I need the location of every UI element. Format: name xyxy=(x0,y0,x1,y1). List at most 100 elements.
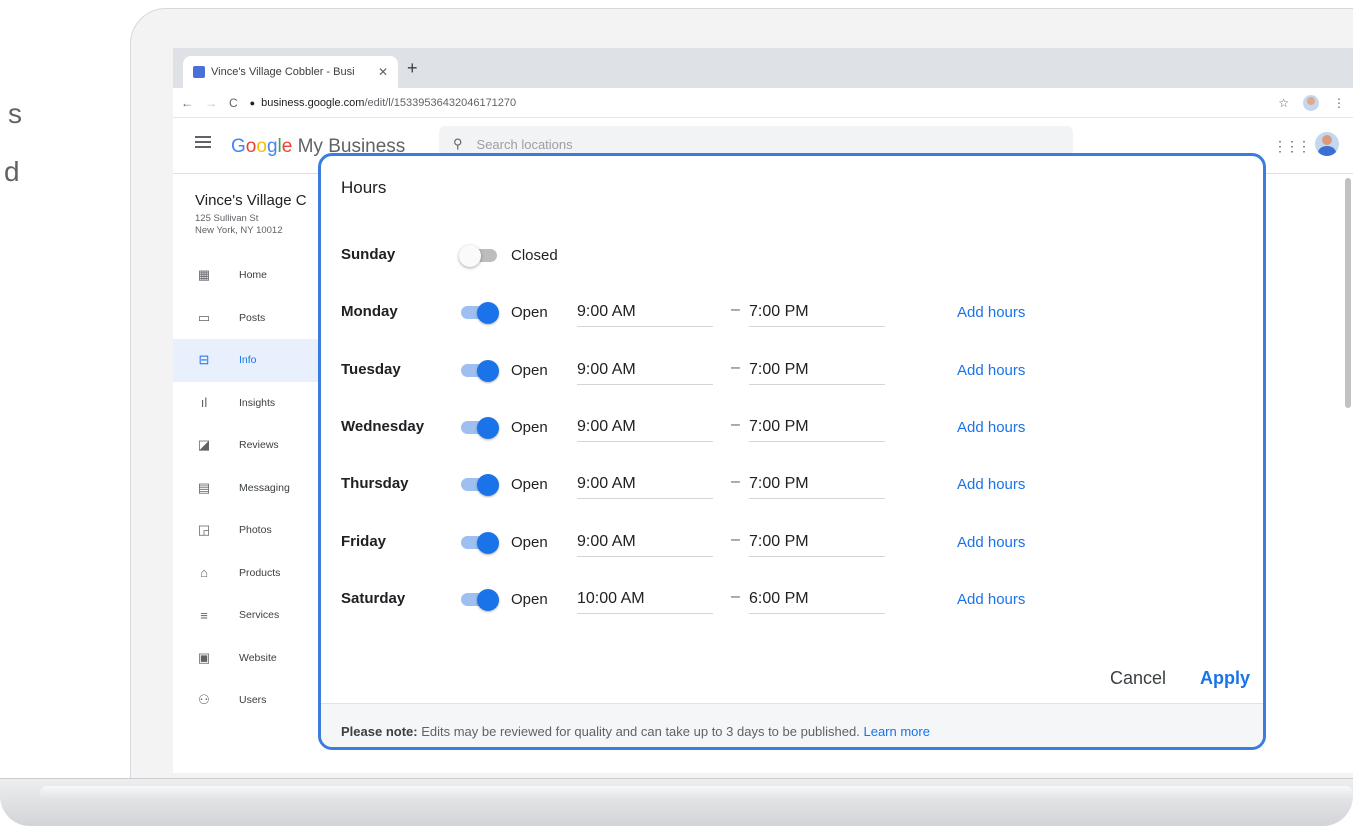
laptop-hinge xyxy=(40,786,1353,800)
lock-icon: ● xyxy=(249,97,256,108)
add-hours-link[interactable]: Add hours xyxy=(957,362,1025,379)
sidebar-item-photos[interactable]: ◲ Photos xyxy=(173,509,323,552)
opens-at-field[interactable]: 9:00 AM xyxy=(577,527,713,557)
open-toggle[interactable] xyxy=(459,417,499,439)
closes-at-field[interactable]: 7:00 PM xyxy=(749,355,885,385)
sidebar-item-messaging[interactable]: ▤ Messaging xyxy=(173,467,323,510)
opens-at-field[interactable]: 9:00 AM xyxy=(577,297,713,327)
back-icon[interactable]: ← xyxy=(181,96,193,110)
business-info: Vince's Village C 125 Sullivan St New Yo… xyxy=(195,192,325,237)
dialog-title: Hours xyxy=(341,178,387,197)
hours-row-tuesday: Tuesday Open 9:00 AM – 7:00 PM Add hours xyxy=(321,355,1263,385)
opens-at-field[interactable]: 9:00 AM xyxy=(577,469,713,499)
url-field[interactable]: ● business.google.com/edit/l/15339536432… xyxy=(250,97,516,109)
hours-row-friday: Friday Open 9:00 AM – 7:00 PM Add hours xyxy=(321,527,1263,557)
sidebar-item-home[interactable]: ▦ Home xyxy=(173,254,323,297)
sidebar-item-posts[interactable]: ▭ Posts xyxy=(173,297,323,340)
learn-more-link[interactable]: Learn more xyxy=(863,724,929,739)
hours-dialog: Hours Sunday Closed Monday Open 9:00 AM … xyxy=(318,153,1266,750)
closes-at-field[interactable]: 7:00 PM xyxy=(749,412,885,442)
open-toggle[interactable] xyxy=(459,302,499,324)
closes-at-field[interactable]: 7:00 PM xyxy=(749,469,885,499)
opens-at-field[interactable]: 9:00 AM xyxy=(577,355,713,385)
business-address: 125 Sullivan St New York, NY 10012 xyxy=(195,213,325,237)
status-label: Open xyxy=(511,591,548,608)
dash-separator: – xyxy=(731,416,740,433)
reviews-icon: ◪ xyxy=(197,437,211,453)
open-toggle[interactable] xyxy=(459,474,499,496)
add-hours-link[interactable]: Add hours xyxy=(957,419,1025,436)
sidebar-item-products[interactable]: ⌂ Products xyxy=(173,552,323,595)
sidebar-item-insights[interactable]: ıl Insights xyxy=(173,382,323,425)
hamburger-menu-icon[interactable] xyxy=(195,136,211,148)
day-label: Thursday xyxy=(341,475,409,492)
add-hours-link[interactable]: Add hours xyxy=(957,591,1025,608)
bookmark-star-icon[interactable]: ☆ xyxy=(1278,96,1289,110)
closes-at-field[interactable]: 7:00 PM xyxy=(749,527,885,557)
close-tab-icon[interactable]: ✕ xyxy=(378,65,388,79)
apply-button[interactable]: Apply xyxy=(1200,668,1250,689)
profile-avatar-icon[interactable] xyxy=(1303,94,1319,111)
account-avatar-icon[interactable] xyxy=(1315,132,1339,156)
open-toggle[interactable] xyxy=(459,532,499,554)
status-label: Open xyxy=(511,304,548,321)
sidebar-item-label: Home xyxy=(239,269,268,282)
hours-row-saturday: Saturday Open 10:00 AM – 6:00 PM Add hou… xyxy=(321,584,1263,614)
forward-icon[interactable]: → xyxy=(205,96,217,110)
storefront-icon: ⊟ xyxy=(198,352,210,368)
new-tab-button[interactable]: + xyxy=(407,58,418,79)
sidebar-item-website[interactable]: ▣ Website xyxy=(173,637,323,680)
page-scrollbar[interactable] xyxy=(1345,178,1351,408)
sidebar-item-label: Posts xyxy=(239,311,266,324)
opens-at-field[interactable]: 10:00 AM xyxy=(577,584,713,614)
status-label: Open xyxy=(511,476,548,493)
add-hours-link[interactable]: Add hours xyxy=(957,304,1025,321)
hours-row-monday: Monday Open 9:00 AM – 7:00 PM Add hours xyxy=(321,297,1263,327)
add-user-icon: ⚇ xyxy=(198,692,210,708)
closes-at-field[interactable]: 7:00 PM xyxy=(749,297,885,327)
open-toggle[interactable] xyxy=(459,360,499,382)
dash-separator: – xyxy=(731,301,740,318)
dash-separator: – xyxy=(731,473,740,490)
browser-tabstrip: Vince's Village Cobbler - Busi ✕ + xyxy=(173,48,1353,88)
open-toggle[interactable] xyxy=(459,245,499,267)
browser-menu-icon[interactable]: ⋮ xyxy=(1333,96,1345,110)
address-line-2: New York, NY 10012 xyxy=(195,225,283,236)
browser-tab[interactable]: Vince's Village Cobbler - Busi ✕ xyxy=(183,56,398,88)
sidebar-item-users[interactable]: ⚇ Users xyxy=(173,679,323,722)
closes-at-field[interactable]: 6:00 PM xyxy=(749,584,885,614)
background-text-fragment: s xyxy=(8,98,22,129)
url-host: business.google.com xyxy=(261,96,365,109)
message-icon: ▤ xyxy=(197,479,211,495)
sidebar-item-services[interactable]: ≡ Services xyxy=(173,594,323,637)
sidebar-item-label: Photos xyxy=(239,524,272,537)
reload-icon[interactable]: C xyxy=(229,96,238,110)
opens-at-field[interactable]: 9:00 AM xyxy=(577,412,713,442)
status-label: Open xyxy=(511,534,548,551)
search-icon: ⚲ xyxy=(453,136,463,151)
apps-grid-icon[interactable]: ⋮⋮⋮ xyxy=(1273,138,1311,155)
add-hours-link[interactable]: Add hours xyxy=(957,534,1025,551)
add-hours-link[interactable]: Add hours xyxy=(957,476,1025,493)
day-label: Monday xyxy=(341,303,398,320)
dash-separator: – xyxy=(731,359,740,376)
sidebar-item-label: Info xyxy=(239,354,257,367)
status-label: Open xyxy=(511,419,548,436)
sidebar-item-info[interactable]: ⊟ Info xyxy=(173,339,323,382)
open-toggle[interactable] xyxy=(459,589,499,611)
list-icon: ≡ xyxy=(200,607,208,623)
sidebar-item-label: Insights xyxy=(239,396,276,409)
cancel-button[interactable]: Cancel xyxy=(1110,668,1166,689)
sidebar-item-reviews[interactable]: ◪ Reviews xyxy=(173,424,323,467)
address-line-1: 125 Sullivan St xyxy=(195,213,259,224)
dashboard-icon: ▦ xyxy=(197,267,211,283)
bar-chart-icon: ıl xyxy=(200,395,208,411)
dash-separator: – xyxy=(731,531,740,548)
posts-icon: ▭ xyxy=(197,309,211,325)
search-placeholder: Search locations xyxy=(476,136,573,152)
sidebar-item-label: Services xyxy=(239,609,280,622)
note-text: Edits may be reviewed for quality and ca… xyxy=(417,724,864,739)
day-label: Friday xyxy=(341,533,387,550)
day-label: Tuesday xyxy=(341,361,401,378)
hours-row-sunday: Sunday Closed xyxy=(321,240,1263,270)
